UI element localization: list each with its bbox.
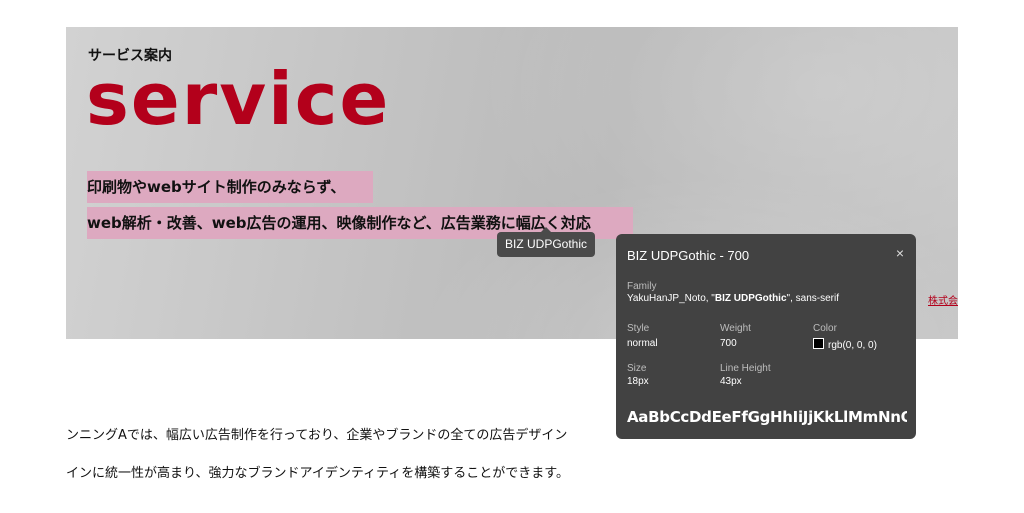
style-label: Style (627, 323, 650, 334)
color-swatch (813, 338, 824, 349)
close-icon[interactable]: × (896, 245, 904, 261)
font-sample-text: AaBbCcDdEeFfGgHhIiJjKkLlMmNnO (627, 408, 907, 426)
style-value: normal (627, 338, 658, 349)
family-label: Family (627, 281, 657, 292)
lineheight-value: 43px (720, 376, 742, 387)
family-value: YakuHanJP_Noto, "BIZ UDPGothic", sans-se… (627, 293, 839, 304)
color-label: Color (813, 323, 837, 334)
panel-title: BIZ UDPGothic - 700 (627, 248, 750, 263)
color-value: rgb(0, 0, 0) (813, 338, 877, 351)
font-inspector-panel: BIZ UDPGothic - 700 × Family YakuHanJP_N… (616, 234, 916, 439)
body-paragraph-1: ンニングAでは、幅広い広告制作を行っており、企業やブランドの全ての広告デザイン (66, 428, 568, 443)
hero-text-line-1: 印刷物やwebサイト制作のみならず、 (87, 171, 373, 203)
company-link[interactable]: 株式会 (928, 292, 958, 307)
size-label: Size (627, 363, 647, 374)
weight-value: 700 (720, 338, 737, 349)
weight-label: Weight (720, 323, 751, 334)
size-value: 18px (627, 376, 649, 387)
body-paragraph-2: インに統一性が高まり、強力なブランドアイデンティティを構築することができます。 (66, 466, 569, 481)
section-heading: service (86, 57, 391, 141)
font-name-tooltip: BIZ UDPGothic (497, 227, 595, 257)
lineheight-label: Line Height (720, 363, 771, 374)
